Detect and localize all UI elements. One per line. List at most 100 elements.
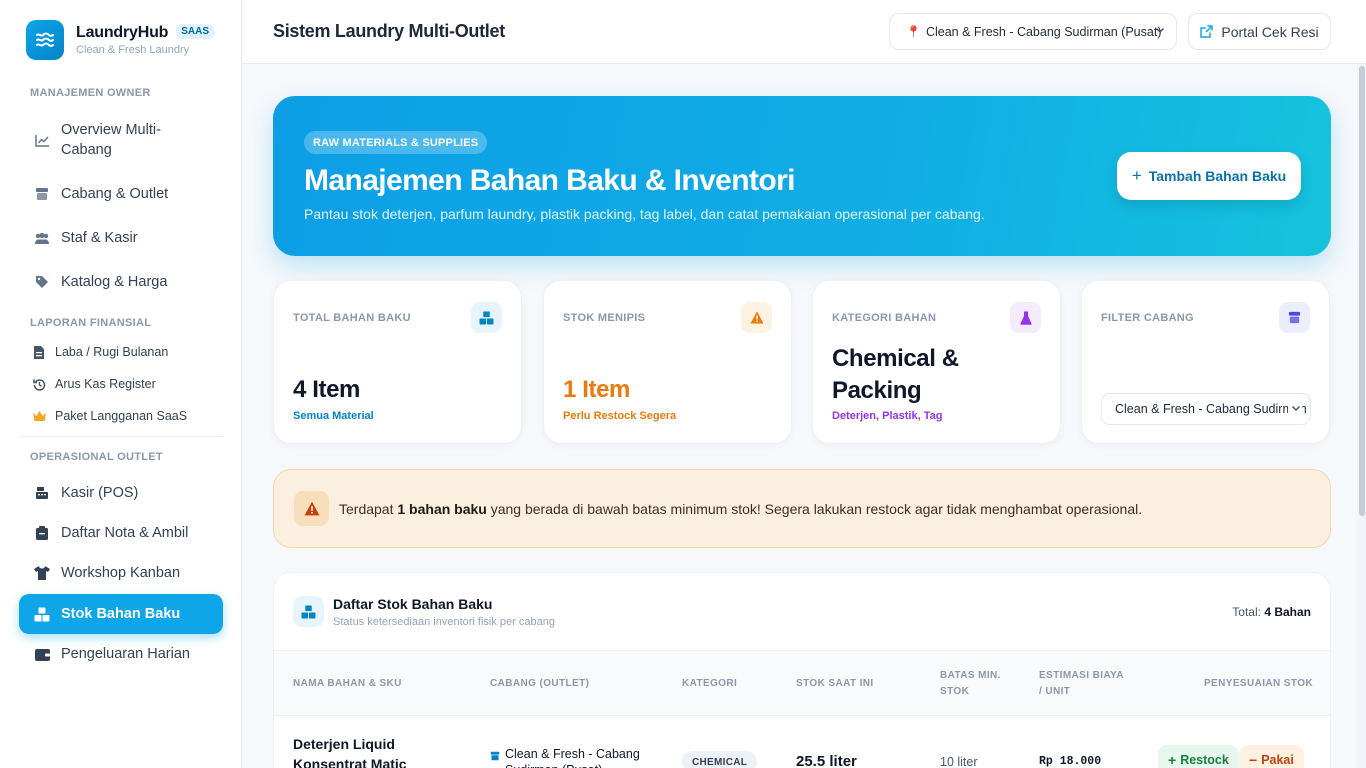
sidebar-item-cabang-outlet[interactable]: Cabang & Outlet (19, 181, 223, 207)
sidebar-item-label: Arus Kas Register (55, 377, 156, 391)
pakai-button[interactable]: − Pakai (1239, 745, 1304, 768)
portal-cek-resi-button[interactable]: Portal Cek Resi (1188, 13, 1331, 50)
tag-icon (33, 273, 51, 291)
filter-cabang-value: Clean & Fresh - Cabang Sudirman (Pusat) (1115, 402, 1310, 416)
external-link-icon (1200, 25, 1214, 38)
saas-badge: SAAS (176, 24, 215, 39)
stat-label: KATEGORI BAHAN (832, 312, 937, 324)
map-pin-icon: 📍 (906, 24, 921, 39)
sidebar-item-label: Kasir (POS) (61, 485, 139, 501)
file-invoice-icon (31, 343, 47, 361)
table-title: Daftar Stok Bahan Baku (333, 596, 493, 612)
minus-icon: − (1249, 752, 1258, 768)
sidebar-item-kasir-pos[interactable]: Kasir (POS) (19, 480, 223, 506)
sidebar-item-stok-bahan-baku[interactable]: Stok Bahan Baku (19, 594, 223, 634)
brand-subtitle: Clean & Fresh Laundry (76, 44, 190, 56)
column-header: PENYESUAIAN STOK (1203, 678, 1313, 689)
current-stock: 25.5 liter (796, 753, 857, 768)
sidebar-item-workshop-kanban[interactable]: Workshop Kanban (19, 560, 223, 586)
chart-line-icon (33, 131, 51, 149)
column-header: NAMA BAHAN & SKU (293, 678, 402, 689)
stat-label: STOK MENIPIS (563, 312, 646, 324)
sidebar-divider (19, 436, 223, 437)
stat-card-kategori-bahan: KATEGORI BAHAN Chemical & Packing Deterj… (812, 280, 1061, 444)
column-header: KATEGORI (682, 678, 738, 689)
table-subtitle: Status ketersediaan inventori fisik per … (333, 616, 555, 628)
sidebar-item-katalog-harga[interactable]: Katalog & Harga (19, 269, 223, 295)
stat-card-filter-cabang: FILTER CABANG Clean & Fresh - Cabang Sud… (1081, 280, 1330, 444)
warning-icon (294, 491, 329, 526)
waves-logo-icon (26, 20, 64, 60)
sidebar-item-label: Pengeluaran Harian (61, 646, 190, 662)
category-chip: CHEMICAL (682, 751, 758, 768)
sidebar-item-laba-rugi[interactable]: Laba / Rugi Bulanan (19, 341, 223, 363)
min-stock: 10 liter (940, 755, 978, 768)
stat-card-stok-menipis: STOK MENIPIS 1 Item Perlu Restock Segera (543, 280, 792, 444)
unit-cost: Rp 18.000 (1039, 755, 1102, 768)
plus-icon: + (1168, 752, 1177, 768)
restock-button[interactable]: + Restock (1158, 745, 1239, 768)
chevron-down-icon (1288, 402, 1302, 417)
portal-cek-resi-label: Portal Cek Resi (1221, 23, 1319, 40)
sidebar-item-label: Daftar Nota & Ambil (61, 525, 189, 541)
sidebar-item-label: Staf & Kasir (61, 230, 138, 246)
scrollbar-thumb[interactable] (1359, 66, 1365, 516)
section-title-operasional-outlet: OPERASIONAL OUTLET (30, 451, 163, 463)
users-icon (33, 229, 51, 247)
sidebar-item-staf-kasir[interactable]: Staf & Kasir (19, 225, 223, 251)
filter-cabang-select[interactable]: Clean & Fresh - Cabang Sudirman (Pusat) (1101, 393, 1311, 425)
column-header: ESTIMASI BIAYA / UNIT (1039, 670, 1124, 697)
section-title-laporan-finansial: LAPORAN FINANSIAL (30, 317, 152, 329)
total-value: 4 Bahan (1264, 605, 1311, 619)
hero-banner: RAW MATERIALS & SUPPLIES Manajemen Bahan… (273, 96, 1331, 256)
brand[interactable]: LaundryHub SAAS Clean & Fresh Laundry (26, 20, 215, 60)
alert-suffix: yang berada di bawah batas minimum stok!… (486, 501, 1143, 517)
sidebar-item-paket-langganan[interactable]: Paket Langganan SaaS (19, 405, 223, 427)
stat-label: FILTER CABANG (1101, 312, 1194, 324)
column-header: STOK SAAT INI (796, 678, 874, 689)
store-icon (490, 748, 500, 766)
stat-value: Chemical & Packing (832, 345, 959, 404)
cash-register-icon (33, 484, 51, 502)
history-icon (31, 375, 47, 393)
column-header: BATAS MIN. STOK (940, 670, 1001, 697)
topbar: Sistem Laundry Multi-Outlet 📍 Clean & Fr… (243, 0, 1366, 64)
sidebar-item-overview[interactable]: Overview Multi- Cabang (19, 119, 223, 161)
table-total: Total: 4 Bahan (1232, 605, 1311, 619)
warning-icon (741, 302, 772, 333)
sidebar-item-label: Cabang & Outlet (61, 186, 169, 202)
stat-note: Perlu Restock Segera (563, 410, 677, 422)
sidebar-item-label: Stok Bahan Baku (61, 606, 181, 622)
boxes-icon (33, 605, 51, 623)
chevron-down-icon (1154, 24, 1166, 39)
page-title: Sistem Laundry Multi-Outlet (273, 21, 505, 41)
low-stock-alert: Terdapat 1 bahan baku yang berada di baw… (273, 469, 1331, 548)
boxes-icon (293, 596, 324, 627)
boxes-icon (471, 302, 502, 333)
restock-label: Restock (1180, 753, 1229, 767)
sidebar-item-label: Katalog & Harga (61, 274, 168, 290)
sidebar-item-arus-kas[interactable]: Arus Kas Register (19, 373, 223, 395)
outlet-select[interactable]: 📍 Clean & Fresh - Cabang Sudirman (Pusat… (889, 13, 1177, 50)
hero-tag: RAW MATERIALS & SUPPLIES (304, 131, 488, 154)
tambah-bahan-baku-button[interactable]: + Tambah Bahan Baku (1117, 152, 1301, 200)
column-header: CABANG (OUTLET) (490, 678, 590, 689)
sidebar-item-label: Overview Multi- Cabang (61, 122, 161, 158)
stat-label: TOTAL BAHAN BAKU (293, 312, 411, 324)
sidebar-item-daftar-nota[interactable]: Daftar Nota & Ambil (19, 520, 223, 546)
sidebar-item-pengeluaran-harian[interactable]: Pengeluaran Harian (19, 641, 223, 667)
hero-title: Manajemen Bahan Baku & Inventori (304, 164, 796, 197)
stat-note: Deterjen, Plastik, Tag (832, 410, 943, 422)
brand-name: LaundryHub (76, 24, 169, 41)
sidebar-item-label: Paket Langganan SaaS (55, 409, 188, 423)
total-label: Total: (1232, 605, 1265, 619)
store-icon (1279, 302, 1310, 333)
stat-value: 4 Item (293, 376, 360, 403)
plus-icon: + (1131, 166, 1142, 185)
table-header: NAMA BAHAN & SKU CABANG (OUTLET) KATEGOR… (274, 650, 1330, 716)
sidebar-item-label: Workshop Kanban (61, 565, 181, 581)
section-title-manajemen-owner: MANAJEMEN OWNER (30, 87, 151, 99)
flask-icon (1010, 302, 1041, 333)
alert-message: Terdapat 1 bahan baku yang berada di baw… (339, 501, 1142, 517)
stat-card-total-bahan: TOTAL BAHAN BAKU 4 Item Semua Material (273, 280, 522, 444)
